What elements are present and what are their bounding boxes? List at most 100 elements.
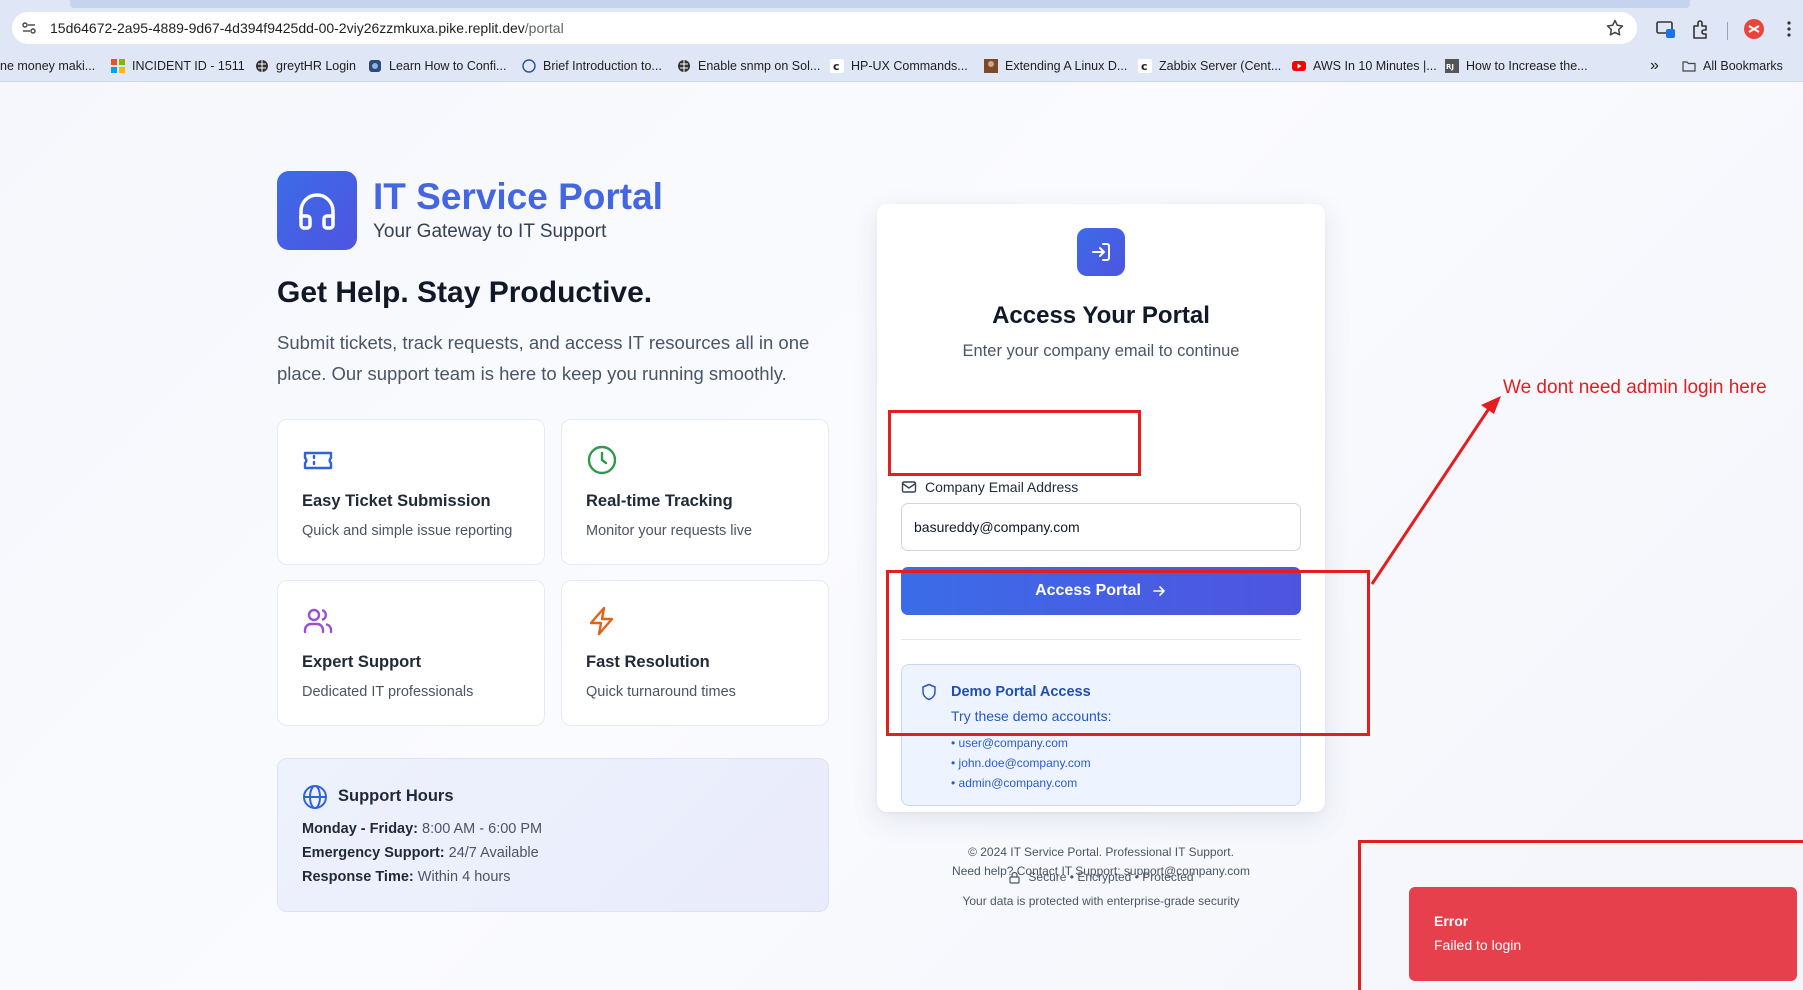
bookmark-item[interactable]: INCIDENT ID - 1511: [111, 57, 245, 75]
bookmark-label: ne money maki...: [0, 59, 96, 73]
circle-icon: [522, 59, 536, 73]
bookmark-label: Extending A Linux D...: [1005, 59, 1128, 73]
email-label: Company Email Address: [901, 479, 1078, 495]
browser-menu-icon[interactable]: [1778, 18, 1800, 40]
globe-icon: [303, 785, 327, 809]
rj-icon: RJ: [1445, 59, 1459, 73]
footer-copyright: © 2024 IT Service Portal. Professional I…: [968, 845, 1234, 859]
bookmark-label: greytHR Login: [276, 59, 356, 73]
all-bookmarks-folder[interactable]: All Bookmarks: [1682, 57, 1783, 75]
demo-account-admin[interactable]: • admin@company.com: [951, 776, 1077, 790]
bookmark-item[interactable]: RJ How to Increase the...: [1445, 57, 1588, 75]
profile-avatar-icon[interactable]: [1743, 18, 1765, 40]
folder-icon: [1682, 61, 1696, 72]
brand-subtitle: Your Gateway to IT Support: [373, 221, 607, 242]
bookmark-label: How to Increase the...: [1466, 59, 1588, 73]
tab-strip: [0, 0, 1803, 8]
c-icon: c: [830, 59, 844, 73]
bookmark-label: Zabbix Server (Cent...: [1159, 59, 1282, 73]
ticket-icon: [303, 451, 333, 470]
feature-card: Fast Resolution Quick turnaround times: [561, 580, 829, 726]
hours-row: Monday - Friday: 8:00 AM - 6:00 PM: [302, 821, 542, 837]
url-path: /portal: [524, 20, 564, 36]
c-icon: c: [1138, 59, 1152, 73]
annotation-box-demo: [886, 570, 1370, 736]
bookmark-label: INCIDENT ID - 1511: [132, 59, 245, 73]
globe-icon: [256, 60, 268, 72]
bookmark-label: Learn How to Confi...: [389, 59, 507, 73]
email-field[interactable]: [901, 503, 1301, 551]
lightning-icon: [589, 606, 614, 636]
bookmark-label: Enable snmp on Sol...: [698, 59, 821, 73]
browser-toolbar: 15d64672-2a95-4889-9d67-4d394f9425dd-00-…: [0, 8, 1803, 48]
svg-text:c: c: [833, 60, 840, 73]
url-host: 15d64672-2a95-4889-9d67-4d394f9425dd-00-…: [50, 20, 525, 36]
feature-desc: Quick and simple issue reporting: [302, 523, 513, 539]
feature-title: Real-time Tracking: [586, 492, 733, 510]
bookmark-star-icon[interactable]: [1605, 18, 1625, 38]
security-subtext: Your data is protected with enterprise-g…: [962, 894, 1240, 908]
bookmarks-bar: ne money maki... INCIDENT ID - 1511 grey…: [0, 48, 1803, 82]
address-bar[interactable]: 15d64672-2a95-4889-9d67-4d394f9425dd-00-…: [12, 12, 1637, 44]
extensions-icon[interactable]: [1690, 18, 1712, 40]
login-badge: [1077, 228, 1125, 276]
feature-card: Expert Support Dedicated IT professional…: [277, 580, 545, 726]
bookmark-item[interactable]: Extending A Linux D...: [984, 57, 1127, 75]
bookmark-item[interactable]: c Zabbix Server (Cent...: [1138, 57, 1281, 75]
bookmark-item[interactable]: Enable snmp on Sol...: [677, 57, 820, 75]
bookmark-label: HP-UX Commands...: [851, 59, 968, 73]
bookmark-label: AWS In 10 Minutes |...: [1313, 59, 1437, 73]
feature-card: Easy Ticket Submission Quick and simple …: [277, 419, 545, 565]
annotation-box-toast: [1358, 840, 1803, 990]
support-hours-title: Support Hours: [338, 787, 454, 805]
svg-text:c: c: [1141, 60, 1148, 73]
hours-label: Emergency Support:: [302, 845, 445, 861]
globe-icon: [678, 60, 690, 72]
login-icon: [1092, 243, 1110, 261]
hero-title: Get Help. Stay Productive.: [277, 276, 653, 309]
hours-value: 24/7 Available: [448, 845, 539, 861]
brand-title: IT Service Portal: [373, 176, 663, 217]
feature-title: Fast Resolution: [586, 653, 710, 671]
all-bookmarks-label: All Bookmarks: [1703, 59, 1783, 73]
mail-icon: [901, 481, 917, 493]
active-tab[interactable]: [70, 0, 1690, 8]
hours-value: Within 4 hours: [417, 869, 511, 885]
site-settings-icon[interactable]: [21, 20, 37, 36]
hours-label: Monday - Friday:: [302, 821, 419, 837]
feature-card: Real-time Tracking Monitor your requests…: [561, 419, 829, 565]
site-icon: [369, 60, 381, 72]
bookmark-label: Brief Introduction to...: [543, 59, 662, 73]
bookmark-item[interactable]: Brief Introduction to...: [522, 57, 662, 75]
hero-text: Submit tickets, track requests, and acce…: [277, 332, 810, 384]
feature-desc: Monitor your requests live: [586, 523, 753, 539]
bookmark-item[interactable]: c HP-UX Commands...: [830, 57, 968, 75]
chevron-label: »: [1650, 57, 1659, 74]
footer-contact: Need help? Contact IT Support: support@c…: [952, 864, 1250, 878]
more-bookmarks-chevron[interactable]: »: [1650, 57, 1659, 75]
email-label-text: Company Email Address: [925, 479, 1079, 495]
svg-text:RJ: RJ: [1446, 63, 1454, 71]
url-text[interactable]: 15d64672-2a95-4889-9d67-4d394f9425dd-00-…: [50, 20, 564, 36]
support-hours-panel: Support Hours Monday - Friday: 8:00 AM -…: [277, 758, 829, 912]
feature-desc: Dedicated IT professionals: [302, 684, 474, 700]
headphones-icon: [299, 192, 335, 230]
hours-row: Emergency Support: 24/7 Available: [302, 845, 539, 861]
youtube-icon: [1292, 61, 1306, 71]
photo-icon: [984, 59, 998, 73]
annotation-note: We dont need admin login here: [1503, 377, 1767, 398]
brand-logo: [277, 171, 357, 250]
bookmark-item[interactable]: greytHR Login: [255, 57, 356, 75]
bookmark-item[interactable]: Learn How to Confi...: [368, 57, 506, 75]
hours-row: Response Time: Within 4 hours: [302, 869, 510, 885]
annotation-box-email: [888, 410, 1141, 476]
demo-account-user[interactable]: • user@company.com: [951, 736, 1068, 750]
demo-account-john[interactable]: • john.doe@company.com: [951, 756, 1091, 770]
bookmark-item[interactable]: AWS In 10 Minutes |...: [1292, 57, 1437, 75]
cast-icon[interactable]: [1655, 18, 1677, 40]
feature-title: Expert Support: [302, 653, 422, 671]
login-title: Access Your Portal: [992, 302, 1210, 329]
login-subtitle: Enter your company email to continue: [962, 342, 1240, 360]
hours-value: 8:00 AM - 6:00 PM: [422, 821, 543, 837]
bookmark-item[interactable]: ne money maki...: [0, 57, 95, 75]
